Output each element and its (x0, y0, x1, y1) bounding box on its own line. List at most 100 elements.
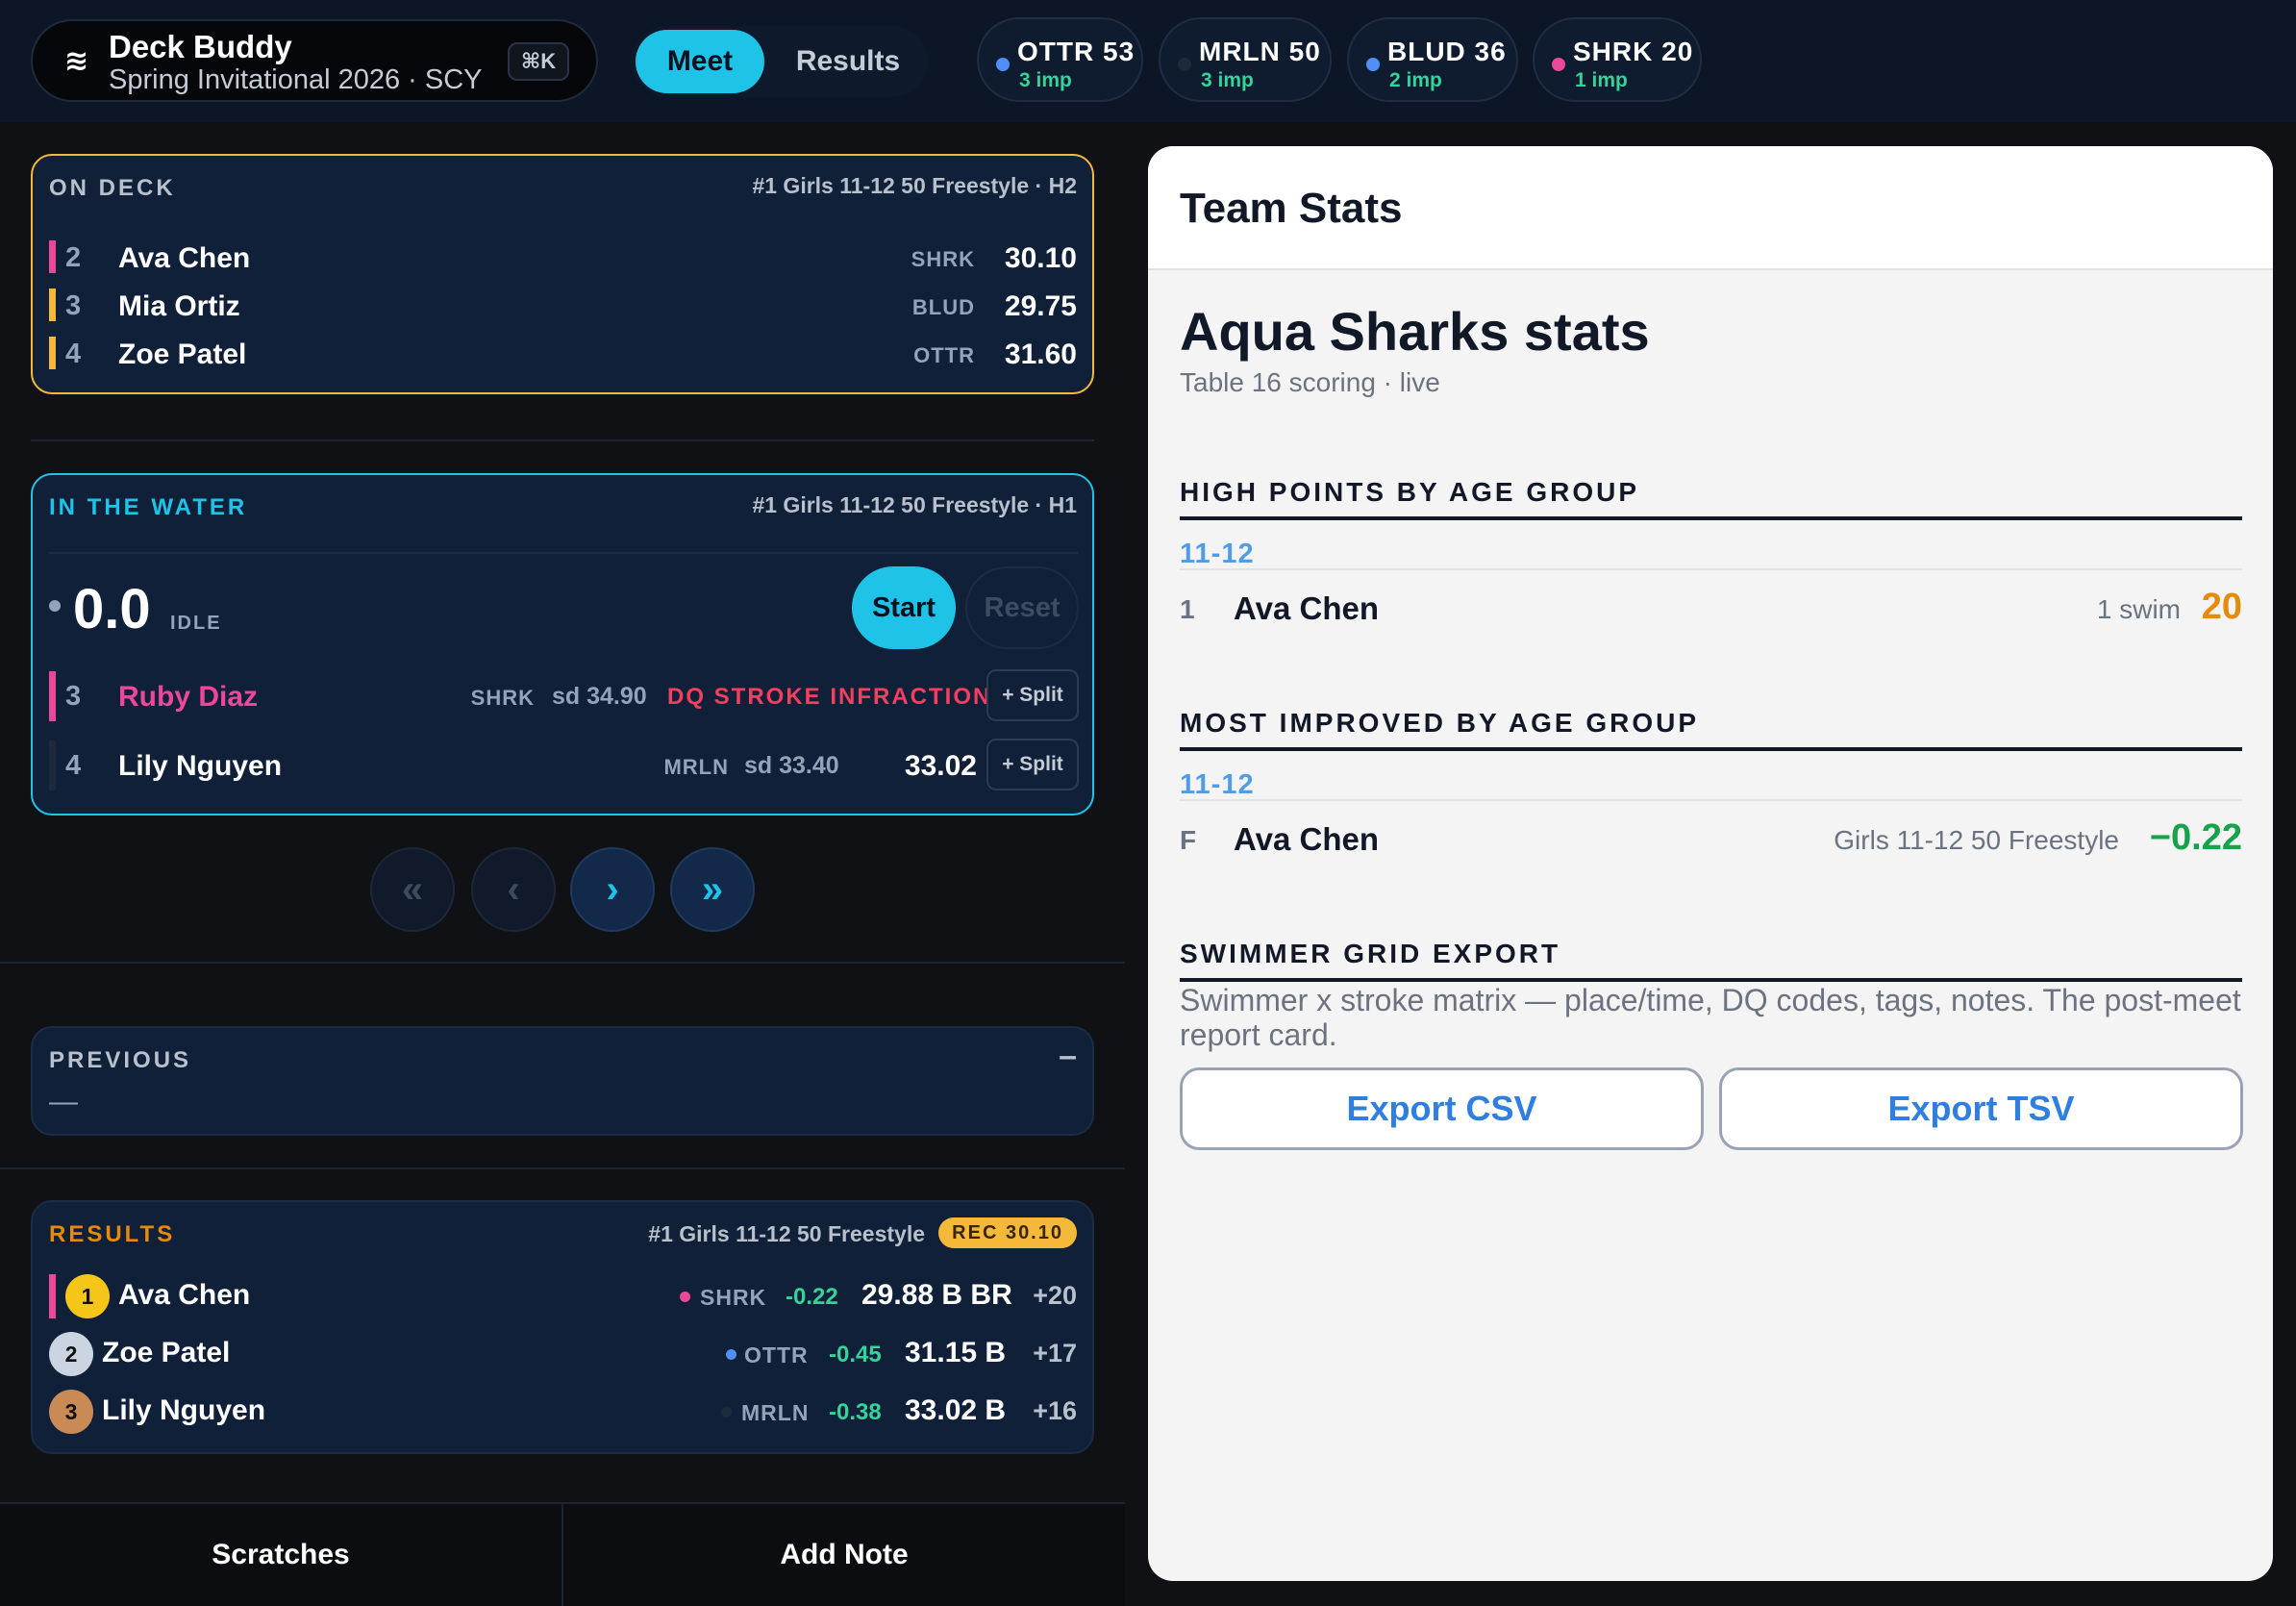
points-earned: +16 (1033, 1396, 1077, 1425)
tab-results[interactable]: Results (778, 30, 918, 93)
add-split-button[interactable]: + Split (986, 739, 1079, 790)
seed-time: sd 33.40 (744, 752, 839, 779)
age-group-label: 11-12 (1180, 539, 1255, 569)
add-note-button[interactable]: Add Note (563, 1504, 1125, 1606)
section-rule (1180, 747, 2242, 751)
team-code: OTTR (913, 343, 975, 367)
stats-heading: Aqua Sharks stats (1180, 301, 1650, 362)
team-code: OTTR (744, 1343, 809, 1368)
swimmer-name: Ava Chen (1234, 821, 1379, 857)
rank: F (1180, 825, 1197, 855)
points-earned: +20 (1033, 1281, 1077, 1310)
waves-icon: ≋ (64, 45, 89, 77)
team-code: SHRK (700, 1285, 767, 1310)
scratches-button[interactable]: Scratches (0, 1504, 563, 1606)
swimmer-name: Ruby Diaz (118, 681, 259, 713)
tab-meet[interactable]: Meet (636, 30, 764, 93)
divider (0, 962, 1125, 964)
team-chip-blud[interactable]: BLUD 36 2 imp (1347, 17, 1518, 102)
last-heat-button[interactable]: » (670, 847, 755, 932)
team-color-bar (49, 337, 56, 369)
top-bar: ≋ Deck Buddy Spring Invitational 2026 · … (0, 0, 2296, 122)
rank: 1 (1180, 594, 1195, 624)
panel-header: Team Stats (1148, 146, 2273, 270)
team-chip-label: MRLN 50 (1199, 37, 1321, 67)
divider (0, 1167, 1125, 1169)
race-clock: 0.0 (73, 578, 151, 640)
team-color-dot (1366, 58, 1380, 71)
divider (49, 552, 1078, 554)
seed-time: 30.10 (1004, 242, 1077, 274)
command-shortcut-badge[interactable]: ⌘K (508, 42, 569, 81)
stats-subheading: Table 16 scoring · live (1180, 367, 1440, 397)
collapse-icon[interactable]: – (1059, 1038, 1077, 1075)
lane-number: 3 (65, 290, 82, 321)
section-rule (1180, 516, 2242, 520)
team-code: MRLN (1199, 37, 1281, 66)
points-value: 20 (2201, 587, 2242, 627)
team-color-dot (726, 1349, 736, 1360)
team-score: 36 (1474, 37, 1507, 66)
team-score: 50 (1288, 37, 1321, 66)
team-score: 20 (1661, 37, 1694, 66)
swimmer-name: Zoe Patel (118, 339, 247, 370)
export-csv-button[interactable]: Export CSV (1180, 1067, 1704, 1150)
in-water-panel: IN THE WATER #1 Girls 11-12 50 Freestyle… (31, 473, 1094, 816)
first-heat-button[interactable]: « (370, 847, 455, 932)
results-panel: RESULTS #1 Girls 11-12 50 Freestyle REC … (31, 1200, 1094, 1454)
previous-value: — (49, 1086, 78, 1117)
final-time: 31.15 B (905, 1337, 1007, 1368)
previous-panel[interactable]: PREVIOUS – — (31, 1026, 1094, 1136)
team-color-dot (680, 1292, 690, 1302)
team-code: SHRK (1573, 37, 1654, 66)
team-improvements: 3 imp (1201, 69, 1254, 91)
divider (1180, 799, 2242, 801)
place-medal: 2 (49, 1332, 93, 1376)
team-color-dot (996, 58, 1010, 71)
team-stats-panel: Team Stats Aqua Sharks stats Table 16 sc… (1148, 146, 2273, 1581)
points-earned: +17 (1033, 1339, 1077, 1368)
panel-title: Team Stats (1180, 185, 1403, 232)
app-switcher[interactable]: ≋ Deck Buddy Spring Invitational 2026 · … (31, 19, 598, 102)
team-chip-shrk[interactable]: SHRK 20 1 imp (1533, 17, 1702, 102)
team-color-bar (49, 1274, 56, 1318)
improvement-value: −0.22 (2149, 817, 2242, 858)
previous-heat-button[interactable]: ‹ (471, 847, 556, 932)
next-heat-button[interactable]: › (570, 847, 655, 932)
meet-name: Spring Invitational 2026 · SCY (109, 64, 483, 95)
on-deck-event: #1 Girls 11-12 50 Freestyle · H2 (752, 173, 1077, 198)
on-deck-label: ON DECK (49, 175, 176, 201)
team-improvements: 3 imp (1019, 69, 1072, 91)
swimmer-name: Mia Ortiz (118, 290, 240, 322)
section-rule (1180, 978, 2242, 982)
team-color-bar (49, 671, 56, 721)
team-chip-label: OTTR 53 (1017, 37, 1135, 67)
swimmer-name: Ava Chen (118, 242, 251, 274)
team-chip-mrln[interactable]: MRLN 50 3 imp (1159, 17, 1332, 102)
export-description: Swimmer x stroke matrix — place/time, DQ… (1180, 983, 2241, 1052)
most-improved-title: MOST IMPROVED BY AGE GROUP (1180, 708, 1700, 738)
team-chip-ottr[interactable]: OTTR 53 3 imp (977, 17, 1143, 102)
lane-number: 4 (65, 339, 82, 369)
team-chip-label: SHRK 20 (1573, 37, 1693, 67)
place-medal: 3 (49, 1390, 93, 1434)
on-deck-panel: ON DECK #1 Girls 11-12 50 Freestyle · H2… (31, 154, 1094, 394)
team-color-bar (49, 289, 56, 321)
swim-count: 1 swim (2096, 594, 2181, 624)
event-name: Girls 11-12 50 Freestyle (1834, 825, 2119, 855)
seed-time: sd 34.90 (552, 683, 647, 710)
swimmer-name: Ava Chen (1234, 590, 1379, 626)
reset-button[interactable]: Reset (965, 566, 1079, 649)
dq-status[interactable]: DQ STROKE INFRACTION (667, 684, 991, 711)
team-code: BLUD (1387, 37, 1466, 66)
start-button[interactable]: Start (852, 566, 956, 649)
lane-number: 2 (65, 242, 82, 273)
lane-number: 3 (65, 681, 82, 712)
time-delta: -0.45 (829, 1342, 882, 1368)
export-tsv-button[interactable]: Export TSV (1719, 1067, 2243, 1150)
team-code: MRLN (663, 755, 729, 779)
add-split-button[interactable]: + Split (986, 669, 1079, 721)
swimmer-name: Ava Chen (118, 1279, 251, 1311)
team-code: BLUD (911, 295, 975, 319)
app-name: Deck Buddy (109, 29, 292, 64)
